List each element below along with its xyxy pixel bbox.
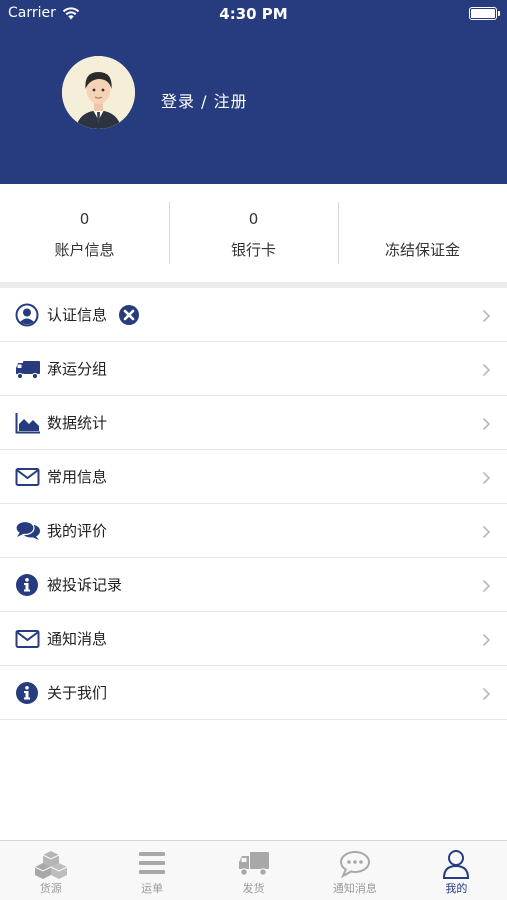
- tab-mine[interactable]: 我的: [406, 841, 507, 900]
- chevron-right-icon: [482, 686, 491, 701]
- avatar[interactable]: [62, 56, 135, 129]
- chevron-right-icon: [482, 578, 491, 593]
- chevron-right-icon: [482, 524, 491, 539]
- clock-time: 4:30 PM: [219, 5, 288, 23]
- menu-item-my-reviews[interactable]: 我的评价: [0, 504, 507, 558]
- stat-value: 0: [79, 210, 90, 228]
- menu-item-carrier-groups[interactable]: 承运分组: [0, 342, 507, 396]
- menu-item-label: 认证信息: [47, 306, 108, 324]
- info-circle-icon: [15, 681, 41, 705]
- user-circle-icon: [15, 303, 41, 327]
- info-circle-icon: [15, 573, 41, 597]
- bottom-tab-bar: 货源 运单 发货 通知消息 我的: [0, 840, 507, 900]
- chevron-right-icon: [482, 308, 491, 323]
- settings-menu: 认证信息 承运分组 数据统计 常用信息 我的评价 被投诉记录 通知消息 关于我们: [0, 288, 507, 720]
- menu-item-label: 通知消息: [47, 630, 108, 648]
- profile-header: Carrier 4:30 PM 登录 / 注册: [0, 0, 507, 184]
- stat-label: 冻结保证金: [384, 241, 460, 259]
- comments-icon: [15, 519, 41, 543]
- truck-icon: [15, 357, 41, 381]
- menu-item-label: 被投诉记录: [47, 576, 123, 594]
- comment-icon: [335, 849, 375, 879]
- stat-bank-card[interactable]: 0 银行卡: [169, 184, 338, 282]
- tab-label: 货源: [39, 882, 62, 895]
- menu-item-label: 数据统计: [47, 414, 108, 432]
- stat-label: 银行卡: [230, 241, 276, 259]
- unverified-x-icon: [118, 304, 140, 326]
- stat-frozen-deposit[interactable]: 冻结保证金: [338, 184, 507, 282]
- truck-icon: [234, 849, 274, 879]
- menu-item-notifications[interactable]: 通知消息: [0, 612, 507, 666]
- stat-label: 账户信息: [54, 241, 115, 259]
- chevron-right-icon: [482, 470, 491, 485]
- tab-label: 通知消息: [332, 882, 377, 895]
- stat-value: 0: [248, 210, 259, 228]
- envelope-icon: [15, 465, 41, 489]
- menu-item-common-info[interactable]: 常用信息: [0, 450, 507, 504]
- menu-item-statistics[interactable]: 数据统计: [0, 396, 507, 450]
- menu-item-complaint-records[interactable]: 被投诉记录: [0, 558, 507, 612]
- tab-label: 发货: [242, 882, 265, 895]
- stat-account-info[interactable]: 0 账户信息: [0, 184, 169, 282]
- chevron-right-icon: [482, 416, 491, 431]
- battery-icon: [469, 7, 500, 20]
- login-register-link[interactable]: 登录 / 注册: [161, 88, 248, 112]
- status-bar: Carrier 4:30 PM: [0, 0, 507, 28]
- user-icon: [436, 849, 476, 879]
- tab-label: 运单: [141, 882, 164, 895]
- menu-item-label: 关于我们: [47, 684, 108, 702]
- menu-item-certification[interactable]: 认证信息: [0, 288, 507, 342]
- tab-ship-goods[interactable]: 发货: [203, 841, 304, 900]
- account-stats: 0 账户信息 0 银行卡 冻结保证金: [0, 184, 507, 282]
- chevron-right-icon: [482, 362, 491, 377]
- menu-item-label: 承运分组: [47, 360, 108, 378]
- tab-label: 我的: [445, 882, 468, 895]
- chevron-right-icon: [482, 632, 491, 647]
- list-icon: [132, 849, 172, 879]
- tab-waybill[interactable]: 运单: [101, 841, 202, 900]
- menu-item-label: 我的评价: [47, 522, 108, 540]
- menu-item-label: 常用信息: [47, 468, 108, 486]
- menu-item-about-us[interactable]: 关于我们: [0, 666, 507, 720]
- area-chart-icon: [15, 411, 41, 435]
- tab-cargo-source[interactable]: 货源: [0, 841, 101, 900]
- tab-notifications[interactable]: 通知消息: [304, 841, 405, 900]
- envelope-icon: [15, 627, 41, 651]
- cubes-icon: [31, 849, 71, 879]
